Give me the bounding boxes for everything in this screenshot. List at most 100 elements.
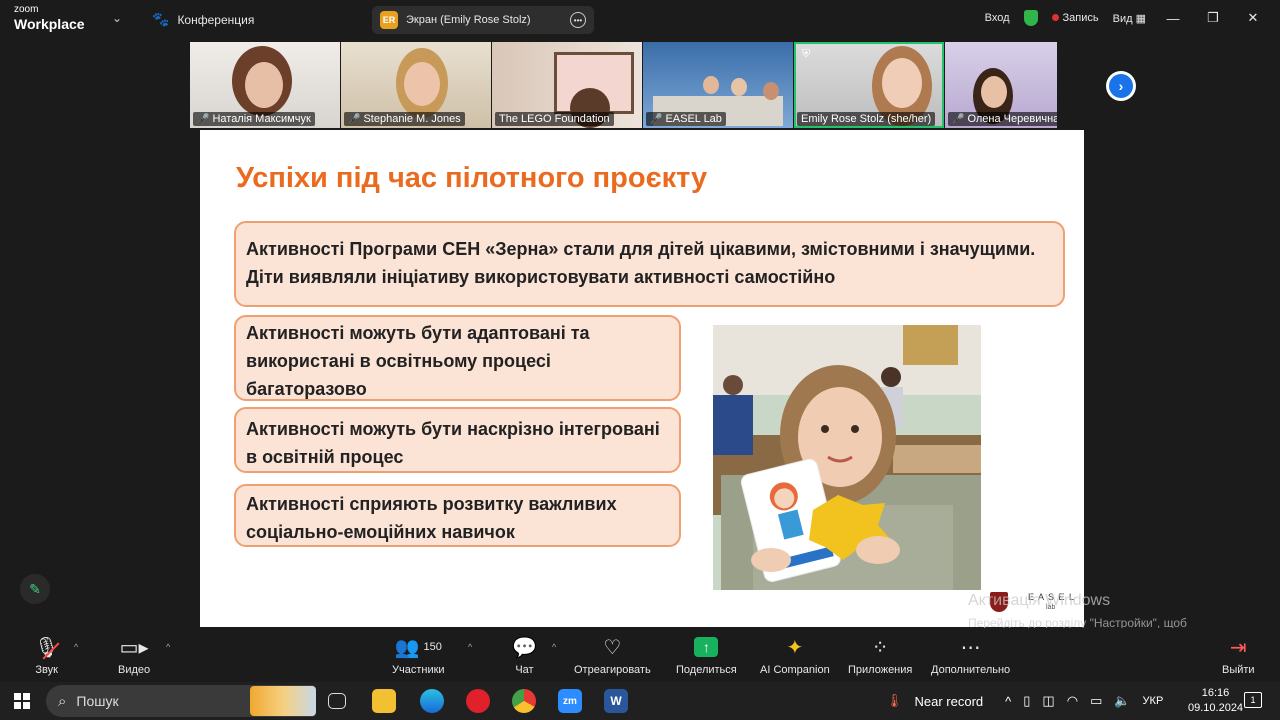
react-button[interactable]: ♡ Отреагировать: [574, 634, 651, 677]
university-crest-icon: ⛨: [802, 48, 811, 60]
volume-icon[interactable]: 🔈: [1114, 693, 1130, 709]
conference-label: Конференция: [177, 12, 255, 27]
search-icon: ⌕: [58, 692, 67, 710]
more-icon[interactable]: •••: [570, 12, 586, 28]
thermometer-icon: 🌡: [886, 693, 903, 708]
chevron-up-icon[interactable]: ^: [1005, 694, 1011, 709]
view-label: Вид: [1112, 12, 1133, 25]
mic-muted-icon: 🎤: [650, 113, 663, 125]
conference-menu[interactable]: 🐾 Конференция: [152, 11, 254, 28]
slide-title: Успіхи під час пілотного проєкту: [236, 162, 708, 194]
record-button[interactable]: Запись: [1051, 12, 1099, 24]
participant-tile[interactable]: The LEGO Foundation: [492, 42, 642, 128]
battery-icon[interactable]: ▭: [1090, 693, 1102, 709]
child-with-card-image: [713, 325, 981, 590]
close-button[interactable]: ✕: [1240, 10, 1266, 26]
leave-button[interactable]: ⇥ Выйти: [1222, 634, 1255, 677]
shared-slide: Успіхи під час пілотного проєкту Активно…: [200, 130, 1084, 627]
signin-button[interactable]: Вход: [985, 12, 1010, 24]
chat-button[interactable]: 💬 Чат: [512, 634, 537, 677]
windows-taskbar: ⌕ Пошук zm W 🌡 Near record ^ ▯ ◫ ◠ ▭ 🔈 У…: [0, 682, 1280, 720]
chevron-down-icon[interactable]: ⌄: [112, 11, 122, 25]
participant-tile[interactable]: 🎤 EASEL Lab: [643, 42, 793, 128]
participant-tile[interactable]: 🎤 Наталія Максимчук: [190, 42, 340, 128]
clock[interactable]: 16:16 09.10.2024: [1188, 686, 1243, 716]
search-highlight-image: [250, 686, 316, 716]
ai-companion-button[interactable]: ✦ AI Companion: [760, 634, 830, 677]
participant-tile[interactable]: 🎤 Олена Черевична: [945, 42, 1057, 128]
slide-text-box: Активності можуть бути адаптовані та вик…: [234, 315, 681, 401]
audio-button[interactable]: 🎙 Звук: [34, 634, 60, 676]
slide-text-box: Активності Програми СЕН «Зерна» стали дл…: [234, 221, 1065, 307]
clock-time: 16:16: [1201, 687, 1230, 699]
participant-face: [981, 76, 1007, 108]
gallery-next-button[interactable]: ›: [1106, 71, 1136, 101]
view-button[interactable]: Вид ▦: [1113, 12, 1146, 25]
weather-text[interactable]: Near record: [915, 694, 984, 709]
zoom-logo[interactable]: zoom Workplace: [14, 4, 85, 32]
chat-options-caret[interactable]: ^: [552, 642, 556, 652]
participant-tile[interactable]: 🎤 Stephanie M. Jones: [341, 42, 491, 128]
system-tray: 🌡 Near record ^ ▯ ◫ ◠ ▭ 🔈 УКР: [886, 682, 1175, 720]
zoom-taskbar-icon[interactable]: zm: [558, 689, 582, 713]
video-button[interactable]: ▭▸ Видео: [118, 634, 150, 677]
shield-icon[interactable]: [1023, 10, 1038, 26]
slide-text-box: Активності можуть бути наскрізно інтегро…: [234, 407, 681, 473]
apps-button[interactable]: ⁘ Приложения: [848, 634, 912, 677]
camera-icon[interactable]: ◫: [1042, 693, 1054, 709]
file-explorer-icon[interactable]: [372, 689, 396, 713]
pencil-icon: ✎: [29, 580, 41, 597]
word-icon[interactable]: W: [604, 689, 628, 713]
notifications-button[interactable]: 1: [1244, 692, 1262, 708]
annotate-button[interactable]: ✎: [20, 574, 50, 604]
restore-button[interactable]: ❐: [1200, 10, 1226, 26]
participant-name: Наталія Максимчук: [212, 113, 311, 125]
brand-large: Workplace: [14, 16, 85, 32]
chrome-icon[interactable]: [512, 689, 536, 713]
more-icon: ⋯: [960, 636, 981, 659]
edge-icon[interactable]: [420, 689, 444, 713]
participant-face: [882, 58, 922, 108]
search-placeholder: Пошук: [76, 693, 119, 709]
participant-face: [703, 76, 719, 94]
sparkle-icon: ✦: [786, 636, 804, 659]
brand-small: zoom: [14, 4, 39, 15]
share-button[interactable]: ↑ Поделиться: [676, 634, 737, 676]
classroom-photo: [713, 325, 981, 590]
participant-tile-active-speaker[interactable]: ⛨ Emily Rose Stolz (she/her): [794, 42, 944, 128]
participants-options-caret[interactable]: ^: [468, 642, 472, 652]
participant-face: [731, 78, 747, 96]
participants-icon: 👥 150: [394, 636, 442, 659]
audio-options-caret[interactable]: ^: [74, 642, 78, 652]
participant-name-tag: 🎤 Stephanie M. Jones: [344, 112, 465, 126]
participant-name-tag: The LEGO Foundation: [495, 112, 614, 126]
participant-name: Emily Rose Stolz (she/her): [801, 113, 932, 125]
participant-name-tag: 🎤 Олена Черевична: [948, 112, 1057, 126]
video-camera-icon: ▭▸: [119, 636, 149, 659]
language-indicator[interactable]: УКР: [1143, 695, 1164, 707]
more-label: Дополнительно: [931, 664, 1011, 676]
wifi-icon[interactable]: ◠: [1067, 693, 1078, 709]
task-view-icon[interactable]: [328, 693, 346, 709]
screen-share-pill[interactable]: ER Экран (Emily Rose Stolz) •••: [372, 6, 594, 34]
share-label: Поделиться: [676, 664, 737, 676]
minimize-button[interactable]: —: [1160, 11, 1186, 26]
ai-companion-label: AI Companion: [760, 664, 830, 676]
record-label: Запись: [1062, 12, 1099, 24]
chat-label: Чат: [515, 664, 534, 676]
audio-label: Звук: [35, 664, 58, 676]
opera-icon[interactable]: [466, 689, 490, 713]
windows-start-icon[interactable]: [14, 693, 30, 709]
participant-face: [245, 62, 283, 108]
top-bar: zoom Workplace ⌄ 🐾 Конференция ER Экран …: [0, 0, 1280, 40]
mic-muted-icon: 🎤: [197, 113, 210, 125]
device-icon[interactable]: ▯: [1023, 693, 1030, 709]
taskbar-search[interactable]: ⌕ Пошук: [46, 685, 316, 717]
participant-name: EASEL Lab: [665, 113, 722, 125]
video-options-caret[interactable]: ^: [166, 642, 170, 652]
grid-icon: ▦: [1135, 12, 1146, 25]
participant-name: Олена Черевична: [967, 113, 1057, 125]
more-button[interactable]: ⋯ Дополнительно: [931, 634, 1011, 677]
participants-button[interactable]: 👥 150 Участники: [392, 634, 445, 677]
participant-name: The LEGO Foundation: [499, 113, 610, 125]
